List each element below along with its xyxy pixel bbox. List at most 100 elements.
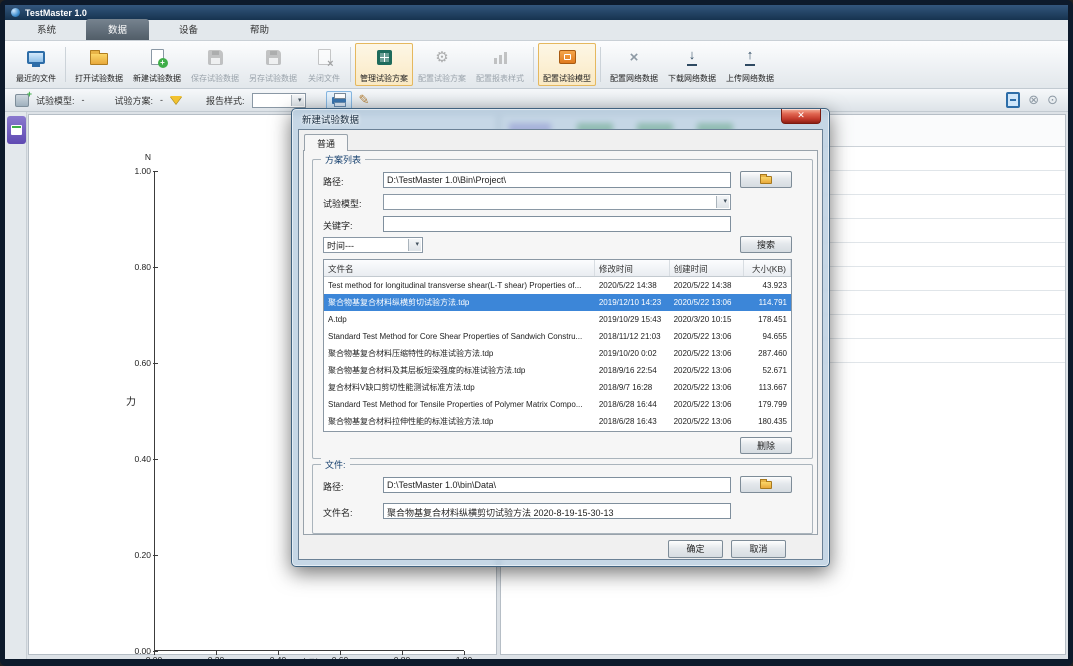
- file-name-cell: 聚合物基复合材料拉伸性能的标准试验方法.tdp: [324, 413, 595, 430]
- model-combobox[interactable]: [383, 194, 731, 210]
- machine-icon[interactable]: [1006, 92, 1020, 108]
- funnel-icon[interactable]: [170, 96, 182, 104]
- delete-button[interactable]: 删除: [740, 437, 792, 454]
- file-name-cell: 聚合物基复合材料压缩特性的标准试验方法.tdp: [324, 345, 595, 362]
- config-network-button[interactable]: 配置网络数据: [605, 43, 663, 86]
- size-cell: 180.435: [744, 413, 791, 430]
- report-style-combobox[interactable]: [252, 93, 306, 108]
- tab-data[interactable]: 数据: [86, 19, 149, 40]
- folder-icon: [760, 176, 772, 184]
- modified-time-cell: 2019/10/29 15:43: [595, 311, 670, 328]
- config-network-icon: [630, 49, 639, 66]
- circle-cross-icon[interactable]: [1028, 92, 1039, 108]
- model-label: 试验模型:: [36, 94, 75, 107]
- config-model-icon: [559, 50, 576, 64]
- upload-network-button[interactable]: 上传网络数据: [721, 43, 779, 86]
- filename-input[interactable]: 聚合物基复合材料纵横剪切试验方法 2020-8-19-15-30-13: [383, 503, 731, 519]
- dialog-title[interactable]: 新建试验数据: [302, 112, 359, 126]
- table-row[interactable]: A.tdp 2019/10/29 15:43 2020/3/20 10:15 1…: [324, 311, 791, 328]
- config-model-button[interactable]: 配置试验模型: [538, 43, 596, 86]
- time-filter-combobox[interactable]: 时间---: [323, 237, 423, 253]
- y-tick-label: 0.80: [134, 262, 151, 272]
- size-cell: 179.799: [744, 396, 791, 413]
- modified-time-cell: 2019/10/20 0:02: [595, 345, 670, 362]
- download-network-button[interactable]: 下载网络数据: [663, 43, 721, 86]
- cancel-button[interactable]: 取消: [731, 540, 786, 558]
- print-button[interactable]: [326, 91, 352, 110]
- title-bar[interactable]: TestMaster 1.0: [5, 5, 1068, 20]
- y-axis-ticks: 1.000.800.600.400.200.00: [117, 166, 151, 656]
- created-time-cell: 2020/5/22 13:06: [670, 328, 745, 345]
- model-plus-icon[interactable]: [15, 94, 29, 107]
- file-name-cell: Test method for longitudinal transverse …: [324, 277, 595, 294]
- save-as-data-button[interactable]: 另存试验数据: [244, 43, 302, 86]
- new-data-icon: [151, 49, 164, 65]
- column-filename[interactable]: 文件名: [324, 260, 595, 276]
- config-scheme-icon: [435, 48, 448, 66]
- save-data-button[interactable]: 保存试验数据: [186, 43, 244, 86]
- y-tick-label: 1.00: [134, 166, 151, 176]
- ribbon-separator: [600, 47, 601, 82]
- close-file-button[interactable]: 关闭文件: [302, 43, 346, 86]
- circle-dot-icon[interactable]: [1047, 92, 1058, 108]
- modified-time-cell: 2018/6/28 16:43: [595, 413, 670, 430]
- file-group-label: 文件:: [321, 458, 350, 471]
- table-row[interactable]: 聚合物基复合材料拉伸性能的标准试验方法.tdp 2018/6/28 16:43 …: [324, 413, 791, 430]
- ribbon-separator: [65, 47, 66, 82]
- project-path-input[interactable]: D:\TestMaster 1.0\Bin\Project\: [383, 172, 731, 188]
- new-data-button[interactable]: 新建试验数据: [128, 43, 186, 86]
- y-axis-label: 力: [126, 393, 136, 408]
- ok-button[interactable]: 确定: [668, 540, 723, 558]
- config-scheme-button[interactable]: 配置试验方案: [413, 43, 471, 86]
- curve-view-tab[interactable]: [7, 116, 26, 144]
- upload-network-icon: [745, 48, 756, 66]
- keyword-label: 关键字:: [323, 219, 353, 232]
- tab-system[interactable]: 系统: [15, 19, 78, 40]
- search-button[interactable]: 搜索: [740, 236, 792, 253]
- tab-help[interactable]: 帮助: [228, 19, 291, 40]
- manage-scheme-button[interactable]: 管理试验方案: [355, 43, 413, 86]
- ribbon: 最近的文件 打开试验数据 新建试验数据 保存试验数据 另存试验数据 关闭文件: [5, 41, 1068, 89]
- column-modified[interactable]: 修改时间: [595, 260, 670, 276]
- file-group: 文件: 路径: D:\TestMaster 1.0\bin\Data\ 文件名:…: [312, 464, 813, 534]
- column-created[interactable]: 创建时间: [670, 260, 745, 276]
- menu-tab-bar: 系统 数据 设备 帮助: [5, 20, 1068, 41]
- modified-time-cell: 2018/6/28 16:44: [595, 396, 670, 413]
- scheme-list-group: 方案列表 路径: D:\TestMaster 1.0\Bin\Project\ …: [312, 159, 813, 459]
- browse-project-path-button[interactable]: [740, 171, 792, 188]
- table-row[interactable]: 聚合物基复合材料压缩特性的标准试验方法.tdp 2019/10/20 0:02 …: [324, 345, 791, 362]
- printer-icon: [332, 97, 346, 104]
- model-value: -: [82, 95, 85, 105]
- dialog-tab-general[interactable]: 普通: [304, 134, 348, 151]
- recent-files-button[interactable]: 最近的文件: [11, 43, 61, 86]
- table-row[interactable]: Test method for longitudinal transverse …: [324, 277, 791, 294]
- size-cell: 114.791: [744, 294, 791, 311]
- window-title: TestMaster 1.0: [25, 8, 87, 18]
- table-row[interactable]: Standard Test Method for Core Shear Prop…: [324, 328, 791, 345]
- table-row[interactable]: 聚合物基复合材料及其层板短梁强度的标准试验方法.tdp 2018/9/16 22…: [324, 362, 791, 379]
- table-row[interactable]: 聚合物基复合材料纵横剪切试验方法.tdp 2019/12/10 14:23 20…: [324, 294, 791, 311]
- report-style-label: 报告样式:: [206, 94, 245, 107]
- path-label: 路径:: [323, 175, 344, 188]
- file-name-cell: A.tdp: [324, 311, 595, 328]
- size-cell: 94.655: [744, 328, 791, 345]
- open-data-button[interactable]: 打开试验数据: [70, 43, 128, 86]
- table-row[interactable]: 复合材料V缺口剪切性能测试标准方法.tdp 2018/9/7 16:28 202…: [324, 379, 791, 396]
- tab-device[interactable]: 设备: [157, 19, 220, 40]
- size-cell: 43.923: [744, 277, 791, 294]
- dialog-close-icon[interactable]: ✕: [781, 109, 821, 124]
- pen-icon[interactable]: [359, 92, 370, 108]
- created-time-cell: 2020/5/22 13:06: [670, 379, 745, 396]
- table-row[interactable]: Standard Test Method for Tensile Propert…: [324, 396, 791, 413]
- folder-icon: [760, 481, 772, 489]
- data-path-input[interactable]: D:\TestMaster 1.0\bin\Data\: [383, 477, 731, 493]
- save-data-icon: [208, 50, 223, 65]
- created-time-cell: 2020/5/22 13:06: [670, 362, 745, 379]
- config-report-button[interactable]: 配置报表样式: [471, 43, 529, 86]
- keyword-input[interactable]: [383, 216, 731, 232]
- curve-form-icon: [11, 125, 22, 135]
- column-size[interactable]: 大小(KB): [744, 260, 791, 276]
- browse-data-path-button[interactable]: [740, 476, 792, 493]
- modified-time-cell: 2019/12/10 14:23: [595, 294, 670, 311]
- y-tick-label: 0.40: [134, 454, 151, 464]
